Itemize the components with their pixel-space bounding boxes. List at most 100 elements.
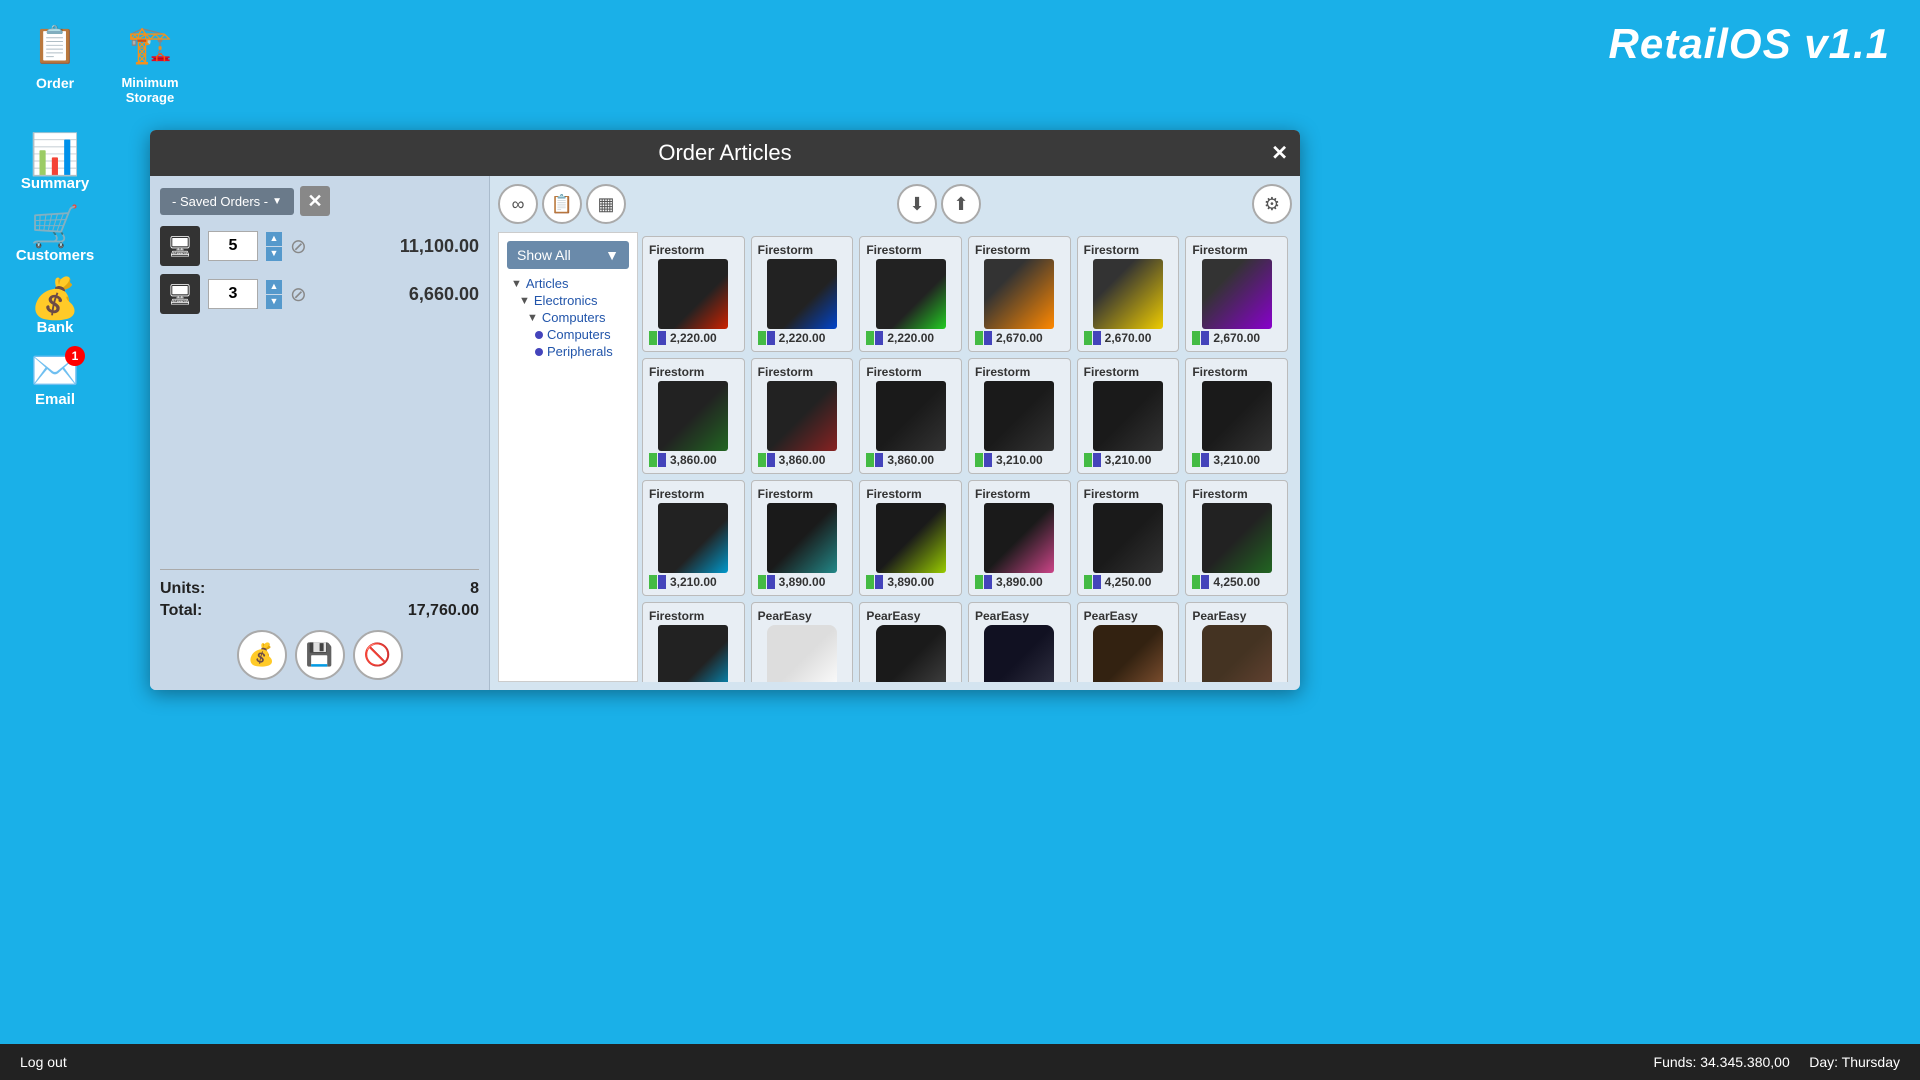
electronics-label: Electronics — [534, 293, 598, 308]
articles-label: Articles — [526, 276, 569, 291]
product-img-16 — [1093, 503, 1163, 573]
sidebar-item-customers-label: Customers — [16, 247, 94, 264]
product-name-4: Firestorm — [1084, 243, 1173, 257]
product-card-11[interactable]: Firestorm3,210.00 — [1185, 358, 1288, 474]
list-view-button[interactable]: 📋 — [542, 184, 582, 224]
product-img-19 — [767, 625, 837, 682]
product-card-14[interactable]: Firestorm3,890.00 — [859, 480, 962, 596]
product-card-3[interactable]: Firestorm2,670.00 — [968, 236, 1071, 352]
product-img-14 — [876, 503, 946, 573]
item-qty-1[interactable] — [208, 231, 258, 261]
sort-asc-button[interactable]: ⬆ — [941, 184, 981, 224]
status-bar: Log out Funds: 34.345.380,00 Day: Thursd… — [0, 1044, 1920, 1080]
product-card-15[interactable]: Firestorm3,890.00 — [968, 480, 1071, 596]
product-img-13 — [767, 503, 837, 573]
qty-up-1[interactable]: ▲ — [266, 232, 282, 246]
product-img-6 — [658, 381, 728, 451]
show-all-arrow: ▼ — [605, 247, 619, 263]
item-image-2: 🖥 — [160, 274, 200, 314]
product-card-5[interactable]: Firestorm2,670.00 — [1185, 236, 1288, 352]
product-price-row-0: 2,220.00 — [649, 331, 738, 345]
settings-button[interactable]: ⚙ — [1252, 184, 1292, 224]
product-name-10: Firestorm — [1084, 365, 1173, 379]
show-all-header[interactable]: Show All ▼ — [507, 241, 629, 269]
price-bar-11 — [1192, 453, 1209, 467]
cancel-item-2[interactable]: ⊘ — [290, 282, 307, 307]
sidebar-item-email[interactable]: ✉️ 1 Email — [10, 346, 100, 413]
product-card-1[interactable]: Firestorm2,220.00 — [751, 236, 854, 352]
sort-desc-button[interactable]: ⬇ — [897, 184, 937, 224]
product-price-row-7: 3,860.00 — [758, 453, 847, 467]
product-card-9[interactable]: Firestorm3,210.00 — [968, 358, 1071, 474]
product-card-17[interactable]: Firestorm4,250.00 — [1185, 480, 1288, 596]
qty-down-1[interactable]: ▼ — [266, 247, 282, 261]
sidebar-item-bank[interactable]: 💰 Bank — [10, 274, 100, 341]
order-left-panel: - Saved Orders - ▼ ✕ 🖥 ▲ ▼ ⊘ 11,100.00 🖥 — [150, 176, 490, 690]
product-card-2[interactable]: Firestorm2,220.00 — [859, 236, 962, 352]
product-img-4 — [1093, 259, 1163, 329]
product-card-6[interactable]: Firestorm3,860.00 — [642, 358, 745, 474]
cat-computers-group[interactable]: ▼ Computers — [511, 309, 629, 326]
confirm-payment-button[interactable]: 💰 — [237, 630, 287, 680]
product-price-9: 3,210.00 — [996, 453, 1043, 467]
all-button[interactable]: ∞ — [498, 184, 538, 224]
product-name-8: Firestorm — [866, 365, 955, 379]
product-price-row-1: 2,220.00 — [758, 331, 847, 345]
cat-electronics[interactable]: ▼ Electronics — [511, 292, 629, 309]
product-card-23[interactable]: PearEasy3,060.00 — [1185, 602, 1288, 682]
modal-close-button[interactable]: ✕ — [1271, 141, 1288, 166]
saved-orders-arrow: ▼ — [272, 196, 282, 207]
qty-controls-1: ▲ ▼ — [266, 232, 282, 261]
product-img-22 — [1093, 625, 1163, 682]
product-price-14: 3,890.00 — [887, 575, 934, 589]
sidebar-item-minimum-storage[interactable]: 🏗️ Minimum Storage — [105, 10, 195, 110]
logout-button[interactable]: Log out — [20, 1054, 67, 1070]
minimum-storage-icon: 🏗️ — [120, 15, 180, 75]
product-card-18[interactable]: Firestorm4,250.00 — [642, 602, 745, 682]
product-card-20[interactable]: PearEasy2,430.00 — [859, 602, 962, 682]
product-card-22[interactable]: PearEasy3,060.00 — [1077, 602, 1180, 682]
cancel-item-1[interactable]: ⊘ — [290, 234, 307, 259]
product-card-21[interactable]: PearEasy2,430.00 — [968, 602, 1071, 682]
product-card-7[interactable]: Firestorm 3,860.00 — [751, 358, 854, 474]
cat-peripherals[interactable]: Peripherals — [511, 343, 629, 360]
sidebar-item-order[interactable]: 📋 Order — [10, 10, 100, 110]
grid-view-button[interactable]: ▦ — [586, 184, 626, 224]
units-row: Units: 8 — [160, 580, 479, 598]
electronics-arrow: ▼ — [519, 295, 530, 307]
product-price-17: 4,250.00 — [1213, 575, 1260, 589]
sidebar-item-customers[interactable]: 🛒 Customers — [10, 202, 100, 269]
saved-orders-button[interactable]: - Saved Orders - ▼ — [160, 188, 294, 215]
cat-articles[interactable]: ▼ Articles — [511, 275, 629, 292]
product-price-row-9: 3,210.00 — [975, 453, 1064, 467]
product-card-10[interactable]: Firestorm 3,210.00 — [1077, 358, 1180, 474]
product-img-20 — [876, 625, 946, 682]
cat-computers[interactable]: Computers — [511, 326, 629, 343]
qty-up-2[interactable]: ▲ — [266, 280, 282, 294]
product-name-7: Firestorm — [758, 365, 847, 379]
product-price-12: 3,210.00 — [670, 575, 717, 589]
sidebar-item-summary[interactable]: 📊 Summary — [10, 130, 100, 197]
clear-orders-button[interactable]: ✕ — [300, 186, 330, 216]
product-card-19[interactable]: PearEasy2,430.00 — [751, 602, 854, 682]
product-price-row-10: 3,210.00 — [1084, 453, 1173, 467]
product-card-4[interactable]: Firestorm2,670.00 — [1077, 236, 1180, 352]
qty-down-2[interactable]: ▼ — [266, 295, 282, 309]
save-order-button[interactable]: 💾 — [295, 630, 345, 680]
product-price-row-16: 4,250.00 — [1084, 575, 1173, 589]
toolbar-right: ⚙ — [1252, 184, 1292, 224]
product-card-12[interactable]: Firestorm3,210.00 — [642, 480, 745, 596]
product-card-16[interactable]: Firestorm4,250.00 — [1077, 480, 1180, 596]
product-name-21: PearEasy — [975, 609, 1064, 623]
computers-label: Computers — [547, 327, 611, 342]
item-qty-2[interactable] — [208, 279, 258, 309]
product-card-8[interactable]: Firestorm3,860.00 — [859, 358, 962, 474]
product-card-0[interactable]: Firestorm2,220.00 — [642, 236, 745, 352]
summary-actions: 💰 💾 🚫 — [160, 630, 479, 680]
item-price-2: 6,660.00 — [409, 284, 479, 305]
product-card-13[interactable]: Firestorm3,890.00 — [751, 480, 854, 596]
order-summary: Units: 8 Total: 17,760.00 💰 💾 🚫 — [160, 569, 479, 680]
cancel-order-button[interactable]: 🚫 — [353, 630, 403, 680]
product-name-3: Firestorm — [975, 243, 1064, 257]
units-label: Units: — [160, 580, 205, 598]
